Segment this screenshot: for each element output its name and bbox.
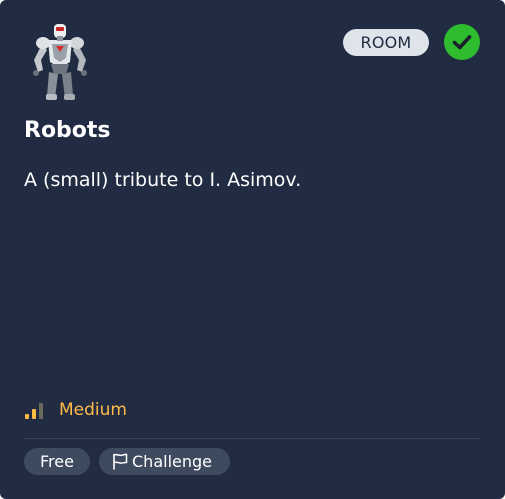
flag-icon [113,453,128,470]
difficulty-bar [39,403,43,419]
room-description: A (small) tribute to I. Asimov. [24,169,302,191]
difficulty-bar [25,414,29,419]
room-card[interactable]: ROOM Robots A (small) tribute to I. Asim… [0,0,505,499]
difficulty-label: Medium [59,400,127,420]
divider [24,438,480,439]
challenge-tag: Challenge [99,448,230,475]
difficulty-bar [32,409,36,419]
check-circle-icon [444,24,480,60]
robot-icon [33,24,87,100]
free-tag: Free [24,448,90,475]
room-type-badge: ROOM [343,29,429,56]
challenge-tag-label: Challenge [132,452,212,471]
room-title[interactable]: Robots [24,116,111,146]
signal-bars-icon [25,403,43,419]
